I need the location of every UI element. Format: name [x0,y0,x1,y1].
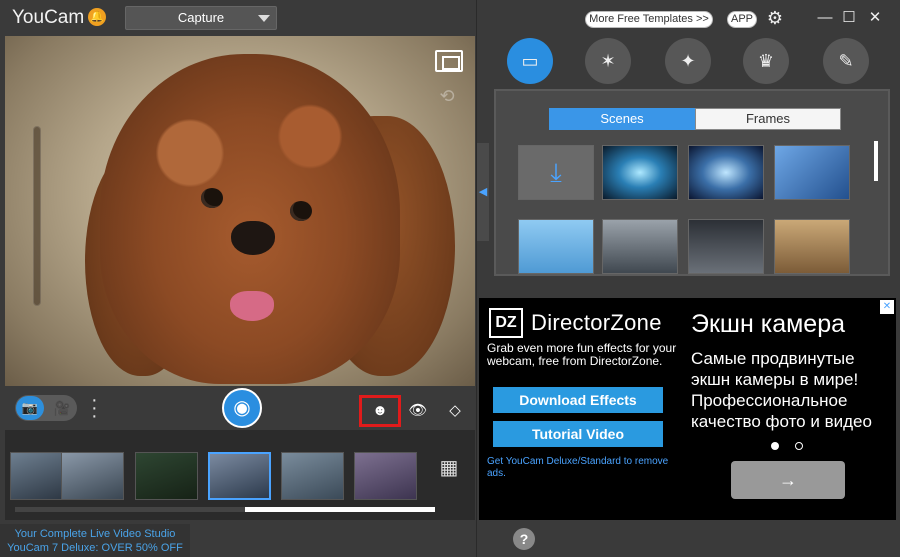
scenes-icon[interactable]: ▭ [507,38,553,84]
mode-dropdown[interactable]: Capture [125,6,277,30]
gallery-thumbnail-selected[interactable] [208,452,271,500]
promo-banner[interactable]: Your Complete Live Video Studio YouCam 7… [0,524,190,557]
eraser-icon[interactable]: ◇ [443,400,467,422]
gallery-thumbnail[interactable] [281,452,344,500]
gallery-thumbnail[interactable] [135,452,198,500]
gallery-thumbnail[interactable] [61,452,124,500]
gallery-thumbnail[interactable] [354,452,417,500]
dog-tongue [230,291,274,321]
dog-photo [100,54,400,384]
scene-thumbnail[interactable] [518,219,594,274]
effects-scrollbar[interactable] [874,141,878,181]
ad-title: Экшн камера [691,310,846,338]
vertical-dots-icon[interactable]: · · · [91,390,98,426]
carousel-dot[interactable] [795,442,803,450]
gear-icon[interactable]: ⚙ [765,8,785,28]
avatar-icon[interactable]: ♛ [743,38,789,84]
eye-icon[interactable]: 👁 [405,400,431,422]
close-icon[interactable]: ✕ [865,8,885,28]
brush-icon[interactable]: ✎ [823,38,869,84]
gallery-scroll-thumb[interactable] [245,507,435,512]
scene-thumbnail[interactable] [774,145,850,200]
fullscreen-icon[interactable] [435,50,463,72]
help-icon[interactable]: ? [513,528,535,550]
video-camera-icon[interactable]: 🎥 [49,396,75,420]
camera-preview: ⟲ [5,36,475,386]
mode-dropdown-value: Capture [177,10,225,25]
download-effects-button[interactable]: Download Effects [493,387,663,413]
status-bar [190,524,476,557]
dog-eye-left [201,188,223,208]
tab-scenes[interactable]: Scenes [549,108,695,130]
youcam-window: YouCam 🔔 Capture ⟲ 📷 🎥 · · · ◉ ☻ 👁 ◇ ▦ Y… [0,0,900,557]
scene-thumbnail[interactable] [688,145,764,200]
dog-eye-right [290,201,312,221]
zoom-slider[interactable] [33,126,41,306]
tutorial-video-button[interactable]: Tutorial Video [493,421,663,447]
camera-icon[interactable]: 📷 [16,396,44,420]
tab-frames[interactable]: Frames [695,108,841,130]
magic-wand-icon[interactable]: ✦ [665,38,711,84]
directorzone-brand: DirectorZone [531,310,662,335]
grid-icon[interactable]: ▦ [437,456,461,480]
effects-panel: Scenes Frames ⤓ [494,89,890,276]
directorzone-logo: DZ [489,308,523,338]
face-icon[interactable]: ☻ [359,395,401,427]
promo-line-2: YouCam 7 Deluxe: OVER 50% OFF [7,542,183,554]
photo-video-toggle[interactable]: 📷 🎥 [15,395,77,421]
app-title: YouCam [12,7,85,28]
rotate-camera-icon[interactable]: ⟲ [433,86,461,106]
promo-line-1: Your Complete Live Video Studio [14,528,176,540]
maximize-icon[interactable]: ☐ [839,8,859,28]
download-icon[interactable]: ⤓ [518,145,594,200]
ad-next-button[interactable]: → [731,461,845,499]
scene-thumbnail[interactable] [774,219,850,274]
effects-pane: More Free Templates >> APP ⚙ — ☐ ✕ ▭ ✶ ✦… [476,0,900,557]
title-bar: YouCam 🔔 Capture [0,0,476,36]
bell-icon[interactable]: 🔔 [88,8,106,26]
ad-close-icon[interactable]: ✕ [880,300,894,314]
dog-nose [231,221,275,255]
particle-icon[interactable]: ✶ [585,38,631,84]
ad-body: Самые продвинутые экшн камеры в мире! Пр… [691,349,872,431]
media-gallery: ▦ [5,430,475,520]
scene-thumbnail[interactable] [602,145,678,200]
shutter-button[interactable]: ◉ [222,388,262,428]
more-templates-button[interactable]: More Free Templates >> [585,11,713,28]
remove-ads-link[interactable]: Get YouCam Deluxe/Standard to remove ads… [487,456,677,480]
ad-description: Grab even more fun effects for your webc… [487,341,677,368]
chevron-down-icon [258,15,270,22]
minimize-icon[interactable]: — [815,8,835,28]
advertisement: ✕ DZ DirectorZone Grab even more fun eff… [479,298,896,520]
collapse-panel-button[interactable]: ◀ [477,143,489,241]
scene-thumbnail[interactable] [602,219,678,274]
scene-thumbnail[interactable] [688,219,764,274]
capture-pane: YouCam 🔔 Capture ⟲ 📷 🎥 · · · ◉ ☻ 👁 ◇ ▦ Y… [0,0,476,557]
gallery-scrollbar[interactable] [15,507,435,512]
carousel-dot-active[interactable] [771,442,779,450]
shutter-icon: ◉ [233,397,251,419]
app-button[interactable]: APP [727,11,757,28]
